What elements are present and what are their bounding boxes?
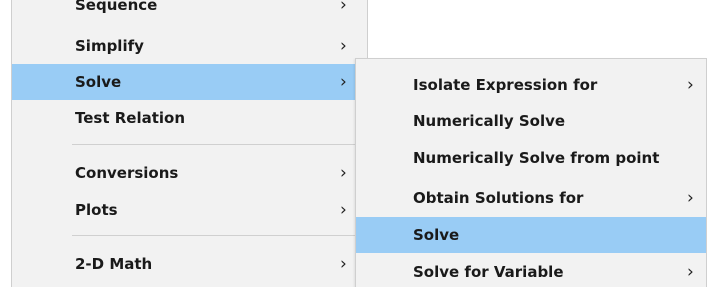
menu-item-label: Conversions (75, 164, 179, 182)
submenu-item-numerically-solve[interactable]: Numerically Solve (356, 103, 706, 139)
menu-item-label: Numerically Solve (413, 112, 566, 130)
menu-item-label: Obtain Solutions for (413, 189, 584, 207)
submenu-item-solve[interactable]: Solve (356, 217, 706, 253)
chevron-right-icon: › (340, 163, 347, 183)
screen: Sequence › Simplify › Solve › Test Relat… (0, 0, 707, 287)
menu-separator (72, 235, 362, 236)
context-menu: Sequence › Simplify › Solve › Test Relat… (11, 0, 368, 287)
menu-item-label: Solve (75, 73, 122, 91)
chevron-right-icon: › (340, 72, 347, 92)
solve-submenu: Isolate Expression for › Numerically Sol… (355, 58, 707, 287)
menu-item-label: Solve for Variable (413, 263, 564, 281)
menu-item-plots[interactable]: Plots › (12, 192, 367, 228)
chevron-right-icon: › (340, 254, 347, 274)
menu-item-label: Numerically Solve from point (413, 149, 660, 167)
menu-item-label: Isolate Expression for (413, 76, 598, 94)
menu-item-label: Sequence (75, 0, 158, 14)
menu-item-conversions[interactable]: Conversions › (12, 155, 367, 191)
chevron-right-icon: › (687, 262, 694, 282)
menu-item-label: Simplify (75, 37, 144, 55)
menu-item-label: Test Relation (75, 109, 186, 127)
menu-item-label: Solve (413, 226, 460, 244)
menu-item-label: 2-D Math (75, 255, 153, 273)
submenu-item-solve-for-variable[interactable]: Solve for Variable › (356, 254, 706, 287)
menu-separator (72, 144, 362, 145)
menu-item-2d-math[interactable]: 2-D Math › (12, 246, 367, 282)
submenu-item-isolate-expression-for[interactable]: Isolate Expression for › (356, 67, 706, 103)
submenu-item-numerically-solve-from-point[interactable]: Numerically Solve from point (356, 140, 706, 176)
chevron-right-icon: › (340, 200, 347, 220)
menu-item-simplify[interactable]: Simplify › (12, 28, 367, 64)
menu-item-sequence[interactable]: Sequence › (12, 0, 367, 23)
chevron-right-icon: › (340, 36, 347, 56)
menu-item-test-relation[interactable]: Test Relation (12, 100, 367, 136)
menu-item-label: Plots (75, 201, 118, 219)
chevron-right-icon: › (340, 0, 347, 15)
chevron-right-icon: › (687, 188, 694, 208)
submenu-item-obtain-solutions-for[interactable]: Obtain Solutions for › (356, 180, 706, 216)
chevron-right-icon: › (687, 75, 694, 95)
menu-item-solve[interactable]: Solve › (12, 64, 367, 100)
